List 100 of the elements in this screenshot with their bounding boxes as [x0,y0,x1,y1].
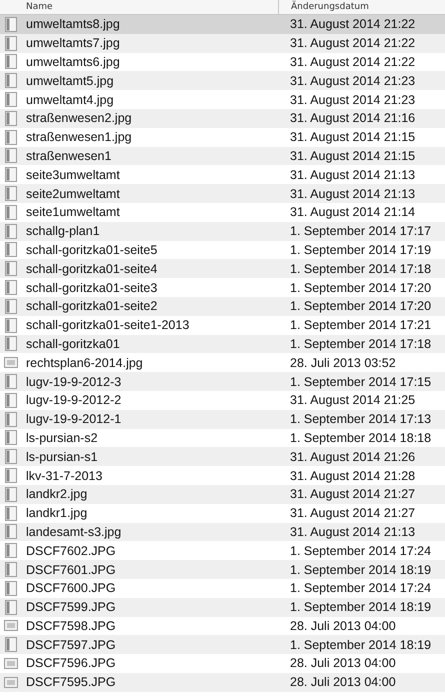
modified-date: 31. August 2014 21:16 [290,111,416,126]
file-row[interactable]: lugv-19-9-2012-3 1. September 2014 17:15 [0,372,445,391]
file-name: schall-goritzka01-seite1-2013 [26,318,190,332]
document-icon [5,36,17,51]
document-icon [5,92,17,108]
file-row[interactable]: DSCF7597.JPG 1. September 2014 18:19 [0,635,445,654]
document-icon [5,486,17,502]
modified-date: 31. August 2014 21:22 [290,17,416,32]
modified-date: 31. August 2014 21:27 [290,487,416,502]
file-row[interactable]: DSCF7601.JPG 1. September 2014 18:19 [0,560,445,579]
document-icon [5,506,17,521]
column-title[interactable]: Änderungsdatum [291,2,369,12]
column-title[interactable]: Name [26,2,53,12]
file-row[interactable]: landkr2.jpg 31. August 2014 21:27 [0,484,445,504]
document-icon [5,412,17,427]
document-icon [5,468,17,484]
document-icon [5,336,17,352]
file-row[interactable]: ls-pursian-s1 31. August 2014 21:26 [0,447,445,466]
file-name: DSCF7600.JPG [26,581,116,596]
file-name: umweltamts7.jpg [26,36,120,50]
file-name: landesamt-s3.jpg [26,524,122,539]
document-icon [5,298,17,314]
modified-date: 28. Juli 2013 04:00 [290,618,397,633]
file-name: DSCF7595.JPG [26,675,116,690]
file-row[interactable]: schall-goritzka01-seite2 1. September 2014 17:20 [0,296,445,316]
document-icon [5,430,17,446]
file-name: landkr2.jpg [26,487,88,502]
document-icon [5,580,17,596]
file-row[interactable]: landkr1.jpg 31. August 2014 21:27 [0,504,445,523]
file-name: schall-goritzka01-seite4 [26,262,158,276]
file-name: seite1umweltamt [26,205,120,220]
file-row[interactable]: lugv-19-9-2012-1 1. September 2014 17:13 [0,410,445,429]
document-icon [5,54,17,70]
file-name: DSCF7602.JPG [26,544,116,558]
file-name: landkr1.jpg [26,506,88,520]
modified-date: 1. September 2014 18:19 [290,562,432,576]
modified-date: 1. September 2014 18:19 [290,638,432,652]
document-icon [5,130,17,145]
file-row[interactable]: umweltamts6.jpg 31. August 2014 21:22 [0,52,445,72]
document-icon [5,73,17,88]
modified-date: 31. August 2014 21:13 [290,168,416,182]
file-row[interactable]: schall-goritzka01 1. September 2014 17:18 [0,334,445,354]
document-icon [5,110,17,126]
file-name: lugv-19-9-2012-3 [26,374,122,389]
document-icon [5,16,17,32]
file-name: straßenwesen1 [26,148,112,163]
modified-date: 31. August 2014 21:15 [290,130,416,144]
document-icon [5,449,17,464]
document-icon [5,562,17,577]
document-icon [5,543,17,558]
file-row[interactable]: DSCF7599.JPG 1. September 2014 18:19 [0,598,445,616]
modified-date: 31. August 2014 21:14 [290,205,416,220]
modified-date: 31. August 2014 21:15 [290,148,416,163]
file-name: umweltamt5.jpg [26,74,114,88]
file-name: straßenwesen1.jpg [26,130,132,144]
file-name: DSCF7599.JPG [26,600,116,614]
document-icon [5,224,17,239]
file-name: lugv-19-9-2012-2 [26,393,122,408]
file-name: seite2umweltamt [26,186,120,201]
document-icon [5,167,17,182]
file-name: DSCF7598.JPG [26,618,116,633]
file-name: DSCF7596.JPG [26,656,116,670]
file-name: schall-goritzka01-seite2 [26,299,158,314]
modified-date: 31. August 2014 21:28 [290,468,416,483]
file-row[interactable]: straßenwesen1 31. August 2014 21:15 [0,146,445,166]
file-name: ls-pursian-s1 [26,450,98,464]
file-row[interactable]: straßenwesen2.jpg 31. August 2014 21:16 [0,108,445,128]
file-row[interactable]: schall-goritzka01-seite5 1. September 2014 17:19 [0,240,445,260]
document-icon [5,600,17,615]
modified-date: 31. August 2014 21:27 [290,506,416,520]
file-name: umweltamts8.jpg [26,17,120,32]
file-row[interactable]: ls-pursian-s2 1. September 2014 18:18 [0,428,445,448]
file-row[interactable]: seite2umweltamt 31. August 2014 21:13 [0,184,445,203]
file-row[interactable]: schallg-plan1 1. September 2014 17:17 [0,222,445,241]
file-row[interactable]: umweltamts8.jpg 31. August 2014 21:22 [0,15,445,34]
modified-date: 31. August 2014 21:26 [290,450,416,464]
file-name: schall-goritzka01-seite3 [26,280,158,295]
file-row[interactable]: schall-goritzka01-seite4 1. September 2014 17:18 [0,259,445,278]
file-name: DSCF7601.JPG [26,562,116,576]
modified-date: 1. September 2014 17:13 [290,412,432,426]
file-name: seite3umweltamt [26,168,120,182]
document-icon [5,524,17,540]
file-row[interactable]: DSCF7598.JPG 28. Juli 2013 04:00 [0,616,445,636]
modified-date: 31. August 2014 21:13 [290,186,416,201]
file-name: ls-pursian-s2 [26,430,98,445]
file-name: lkv-31-7-2013 [26,468,102,483]
modified-date: 31. August 2014 21:22 [290,36,416,50]
file-row[interactable]: landesamt-s3.jpg 31. August 2014 21:13 [0,522,445,542]
file-row[interactable]: umweltamts7.jpg 31. August 2014 21:22 [0,34,445,53]
document-icon [5,392,17,408]
file-name: lugv-19-9-2012-1 [26,412,122,426]
modified-date: 1. September 2014 17:24 [290,581,432,596]
modified-date: 1. September 2014 17:21 [290,318,432,332]
modified-date: 1. September 2014 17:18 [290,336,432,351]
modified-date: 31. August 2014 21:23 [290,92,416,107]
file-name: straßenwesen2.jpg [26,111,132,126]
file-row[interactable]: umweltamt5.jpg 31. August 2014 21:23 [0,71,445,90]
file-row[interactable]: DSCF7595.JPG 28. Juli 2013 04:00 [0,672,445,692]
image-icon [4,357,18,368]
image-icon [4,620,18,632]
